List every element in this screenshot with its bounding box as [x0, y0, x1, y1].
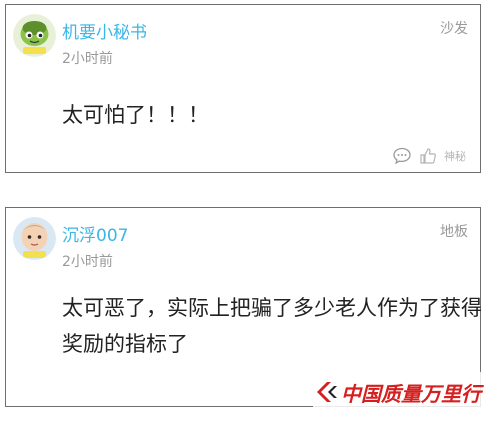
comment-text: 太可恶了，实际上把骗了多少老人作为了获得奖励的指标了 — [62, 296, 482, 356]
comment-actions: 神秘 — [392, 146, 466, 166]
like-icon[interactable] — [418, 146, 438, 166]
brand-logo-icon — [317, 382, 337, 402]
username[interactable]: 机要小秘书 — [62, 18, 147, 43]
timestamp: 2小时前 — [62, 51, 113, 67]
user-avatar[interactable] — [13, 217, 56, 260]
user-avatar[interactable] — [13, 14, 56, 57]
username[interactable]: 沉浮007 — [62, 221, 128, 246]
comment-card: 机要小秘书 2小时前 沙发 太可怕了！！！ 神秘 — [5, 4, 481, 173]
timestamp: 2小时前 — [62, 254, 113, 270]
baby-avatar-icon — [13, 217, 56, 260]
floor-label: 地板 — [440, 224, 468, 240]
reply-bubble-icon[interactable] — [392, 146, 412, 166]
like-count: 神秘 — [444, 150, 466, 163]
comment-text: 太可怕了！！！ — [62, 103, 209, 127]
cartoon-avatar-icon — [13, 14, 56, 57]
floor-label: 沙发 — [440, 21, 468, 37]
watermark-text: 中国质量万里行 — [341, 381, 481, 406]
watermark: 中国质量万里行 — [313, 372, 485, 412]
